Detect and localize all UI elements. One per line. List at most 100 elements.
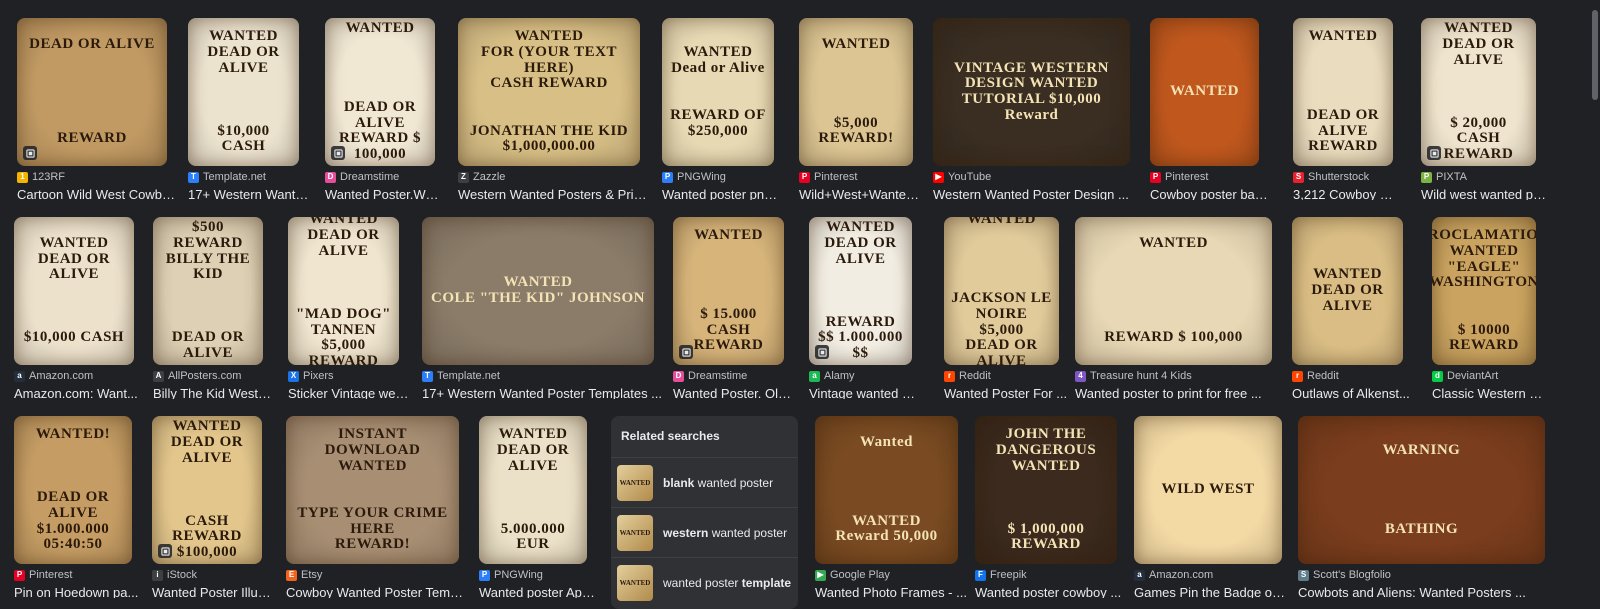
result-source[interactable]: Z Zazzle bbox=[458, 170, 650, 184]
result-source[interactable]: 4 Treasure hunt 4 Kids bbox=[1075, 369, 1282, 383]
result-thumbnail[interactable]: WANTED DEAD OR ALIVE REWARD $$ 1.000.000… bbox=[809, 217, 912, 365]
result-title[interactable]: 17+ Western Wanted Poster Templates ... bbox=[422, 386, 664, 399]
result-source[interactable]: P Pinterest bbox=[14, 568, 142, 582]
related-search-western[interactable]: WANTED western wanted poster bbox=[611, 507, 798, 557]
result-thumbnail[interactable]: PROCLAMATION WANTED "EAGLE" WASHINGTON $… bbox=[1432, 217, 1536, 365]
result-thumbnail[interactable]: WANTED DEAD OR ALIVE 5.000.000 EUR bbox=[479, 416, 587, 564]
result-title[interactable]: Wanted poster png i... bbox=[662, 187, 784, 200]
image-result[interactable]: DEAD OR ALIVE REWARD 1 123RF Cartoon Wild W… bbox=[17, 18, 177, 200]
result-source[interactable]: d DeviantArt bbox=[1432, 369, 1546, 383]
image-result[interactable]: $500 REWARD BILLY THE KID DEAD OR ALIVE A… bbox=[153, 217, 273, 399]
result-source[interactable]: r Reddit bbox=[1292, 369, 1413, 383]
image-result[interactable]: WANTED DEAD OR ALIVE $10,000 CASH a Amazon… bbox=[14, 217, 138, 399]
result-title[interactable]: 17+ Western Wante... bbox=[188, 187, 309, 200]
result-thumbnail[interactable]: WANTED! DEAD OR ALIVE $1.000.000 05:40:5… bbox=[14, 416, 132, 564]
result-source[interactable]: P PNGWing bbox=[479, 568, 597, 582]
result-thumbnail[interactable]: WANTED DEAD OR ALIVE $10,000 CASH bbox=[188, 18, 299, 166]
image-result[interactable]: WANTED DEAD OR ALIVE $ 20,000 CASH REWAR… bbox=[1421, 18, 1546, 200]
image-result[interactable]: WANTED $5,000 REWARD! P Pinterest Wild+West… bbox=[799, 18, 923, 200]
result-thumbnail[interactable]: WANTED FOR (YOUR TEXT HERE) CASH REWARD … bbox=[458, 18, 640, 166]
image-result[interactable]: WANTED DEAD OR ALIVE CASH REWARD $100,00… bbox=[152, 416, 272, 598]
result-thumbnail[interactable]: WARNING BATHING bbox=[1298, 416, 1545, 564]
result-source[interactable]: i iStock bbox=[152, 568, 272, 582]
image-result[interactable]: WANTED DEAD OR ALIVE $10,000 CASH T Templa… bbox=[188, 18, 309, 200]
result-thumbnail[interactable]: WANTED $ 15.000 CASH REWARD bbox=[673, 217, 784, 365]
result-thumbnail[interactable]: WANTED Dead or Alive REWARD OF $250,000 bbox=[662, 18, 774, 166]
result-source[interactable]: P Pinterest bbox=[799, 170, 923, 184]
result-title[interactable]: Wanted poster to print for free ... bbox=[1075, 386, 1282, 399]
image-result[interactable]: VINTAGE WESTERN DESIGN WANTED TUTORIAL $… bbox=[933, 18, 1130, 200]
result-title[interactable]: Wanted Poster For ... bbox=[944, 386, 1069, 399]
image-result[interactable]: WANTED P Pinterest Cowboy poster bac... bbox=[1150, 18, 1269, 200]
result-thumbnail[interactable]: Wanted WANTED Reward 50,000 bbox=[815, 416, 958, 564]
image-result[interactable]: WILD WEST a Amazon.com Games Pin the Badge … bbox=[1134, 416, 1292, 598]
related-search-template[interactable]: WANTED wanted poster template bbox=[611, 557, 798, 607]
image-result[interactable]: WANTED DEAD OR ALIVE REWARD $$ 1.000.000… bbox=[809, 217, 922, 399]
result-title[interactable]: Wanted Poster.Wes... bbox=[325, 187, 445, 200]
result-source[interactable]: a Amazon.com bbox=[1134, 568, 1292, 582]
result-thumbnail[interactable]: WANTED $5,000 REWARD! bbox=[799, 18, 913, 166]
result-title[interactable]: Amazon.com: Want... bbox=[14, 386, 144, 399]
result-source[interactable]: ▶ Google Play bbox=[815, 568, 968, 582]
image-result[interactable]: WANTED DEAD OR ALIVE REWARD S Shutterstock… bbox=[1293, 18, 1403, 200]
result-title[interactable]: Outlaws of Alkenst... bbox=[1292, 386, 1413, 399]
result-thumbnail[interactable]: WANTED bbox=[1150, 18, 1259, 166]
result-source[interactable]: D Dreamstime bbox=[673, 369, 794, 383]
image-result[interactable]: WANTED! DEAD OR ALIVE $1.000.000 05:40:5… bbox=[14, 416, 138, 598]
result-source[interactable]: X Pixers bbox=[288, 369, 409, 383]
result-thumbnail[interactable]: WANTED DEAD OR ALIVE $10,000 CASH bbox=[14, 217, 134, 365]
image-result[interactable]: WANTED DEAD OR ALIVE "MAD DOG" TANNEN $5… bbox=[288, 217, 409, 399]
result-source[interactable]: a Alamy bbox=[809, 369, 922, 383]
result-title[interactable]: Pin on Hoedown pa... bbox=[14, 585, 142, 598]
image-result[interactable]: WANTED REWARD $ 100,000 4 Treasure hunt 4 … bbox=[1075, 217, 1272, 399]
result-thumbnail[interactable]: DEAD OR ALIVE REWARD bbox=[17, 18, 167, 166]
result-thumbnail[interactable]: WANTED DEAD OR ALIVE CASH REWARD $100,00… bbox=[152, 416, 262, 564]
result-title[interactable]: Wanted Poster. Old ... bbox=[673, 386, 794, 399]
result-thumbnail[interactable]: WANTED DEAD OR ALIVE bbox=[1292, 217, 1403, 365]
result-title[interactable]: Games Pin the Badge on ... bbox=[1134, 585, 1292, 598]
result-title[interactable]: Wanted Photo Frames - ... bbox=[815, 585, 968, 598]
result-title[interactable]: Vintage wanted pos... bbox=[809, 386, 922, 399]
result-thumbnail[interactable]: INSTANT DOWNLOAD WANTED TYPE YOUR CRIME … bbox=[286, 416, 459, 564]
image-result[interactable]: WANTED JACKSON LE NOIRE $5,000 DEAD OR A… bbox=[944, 217, 1067, 399]
result-thumbnail[interactable]: WILD WEST bbox=[1134, 416, 1282, 564]
result-title[interactable]: Wild west wanted po... bbox=[1421, 187, 1546, 200]
result-source[interactable]: S Scott's Blogfolio bbox=[1298, 568, 1555, 582]
result-title[interactable]: Western Wanted Poster Design ... bbox=[933, 187, 1140, 200]
image-result[interactable]: WANTED DEAD OR ALIVE REWARD $ 100,000 D Dr… bbox=[325, 18, 445, 200]
image-result[interactable]: WANTED $ 15.000 CASH REWARD D Dreamstime Wa… bbox=[673, 217, 794, 399]
result-title[interactable]: Billy The Kid Wester... bbox=[153, 386, 273, 399]
result-thumbnail[interactable]: VINTAGE WESTERN DESIGN WANTED TUTORIAL $… bbox=[933, 18, 1130, 166]
result-source[interactable]: ▶ YouTube bbox=[933, 170, 1140, 184]
result-title[interactable]: Western Wanted Posters & Print... bbox=[458, 187, 650, 200]
result-source[interactable]: A AllPosters.com bbox=[153, 369, 273, 383]
result-source[interactable]: E Etsy bbox=[286, 568, 469, 582]
result-source[interactable]: 1 123RF bbox=[17, 170, 177, 184]
result-title[interactable]: Cowboy Wanted Poster Templ... bbox=[286, 585, 469, 598]
result-thumbnail[interactable]: WANTED JACKSON LE NOIRE $5,000 DEAD OR A… bbox=[944, 217, 1059, 365]
page-scrollbar[interactable] bbox=[1588, 0, 1598, 609]
result-thumbnail[interactable]: WANTED DEAD OR ALIVE "MAD DOG" TANNEN $5… bbox=[288, 217, 399, 365]
result-thumbnail[interactable]: WANTED DEAD OR ALIVE REWARD bbox=[1293, 18, 1393, 166]
image-result[interactable]: WANTED FOR (YOUR TEXT HERE) CASH REWARD … bbox=[458, 18, 650, 200]
result-title[interactable]: Cowbots and Aliens: Wanted Posters ... bbox=[1298, 585, 1555, 598]
image-result[interactable]: WANTED COLE "THE KID" JOHNSON T Template.n… bbox=[422, 217, 662, 399]
result-thumbnail[interactable]: WANTED COLE "THE KID" JOHNSON bbox=[422, 217, 654, 365]
result-source[interactable]: a Amazon.com bbox=[14, 369, 144, 383]
image-result[interactable]: Wanted WANTED Reward 50,000 ▶ Google Play W… bbox=[815, 416, 967, 598]
result-title[interactable]: Wanted poster cowboy ... bbox=[975, 585, 1127, 598]
result-source[interactable]: r Reddit bbox=[944, 369, 1069, 383]
result-source[interactable]: F Freepik bbox=[975, 568, 1127, 582]
result-title[interactable]: 3,212 Cowboy Want... bbox=[1293, 187, 1403, 200]
result-thumbnail[interactable]: $500 REWARD BILLY THE KID DEAD OR ALIVE bbox=[153, 217, 263, 365]
image-result[interactable]: WARNING BATHING S Scott's Blogfolio Cowbots… bbox=[1298, 416, 1545, 598]
result-title[interactable]: Wild+West+Wanted+... bbox=[799, 187, 923, 200]
result-source[interactable]: P Pinterest bbox=[1150, 170, 1269, 184]
result-title[interactable]: Sticker Vintage wes... bbox=[288, 386, 409, 399]
result-thumbnail[interactable]: WANTED DEAD OR ALIVE REWARD $ 100,000 bbox=[325, 18, 435, 166]
result-title[interactable]: Wanted poster Appl... bbox=[479, 585, 597, 598]
result-title[interactable]: Cowboy poster bac... bbox=[1150, 187, 1269, 200]
image-result[interactable]: JOHN THE DANGEROUS WANTED $ 1,000,000 RE… bbox=[975, 416, 1121, 598]
result-thumbnail[interactable]: WANTED DEAD OR ALIVE $ 20,000 CASH REWAR… bbox=[1421, 18, 1536, 166]
result-title[interactable]: Classic Western W... bbox=[1432, 386, 1546, 399]
